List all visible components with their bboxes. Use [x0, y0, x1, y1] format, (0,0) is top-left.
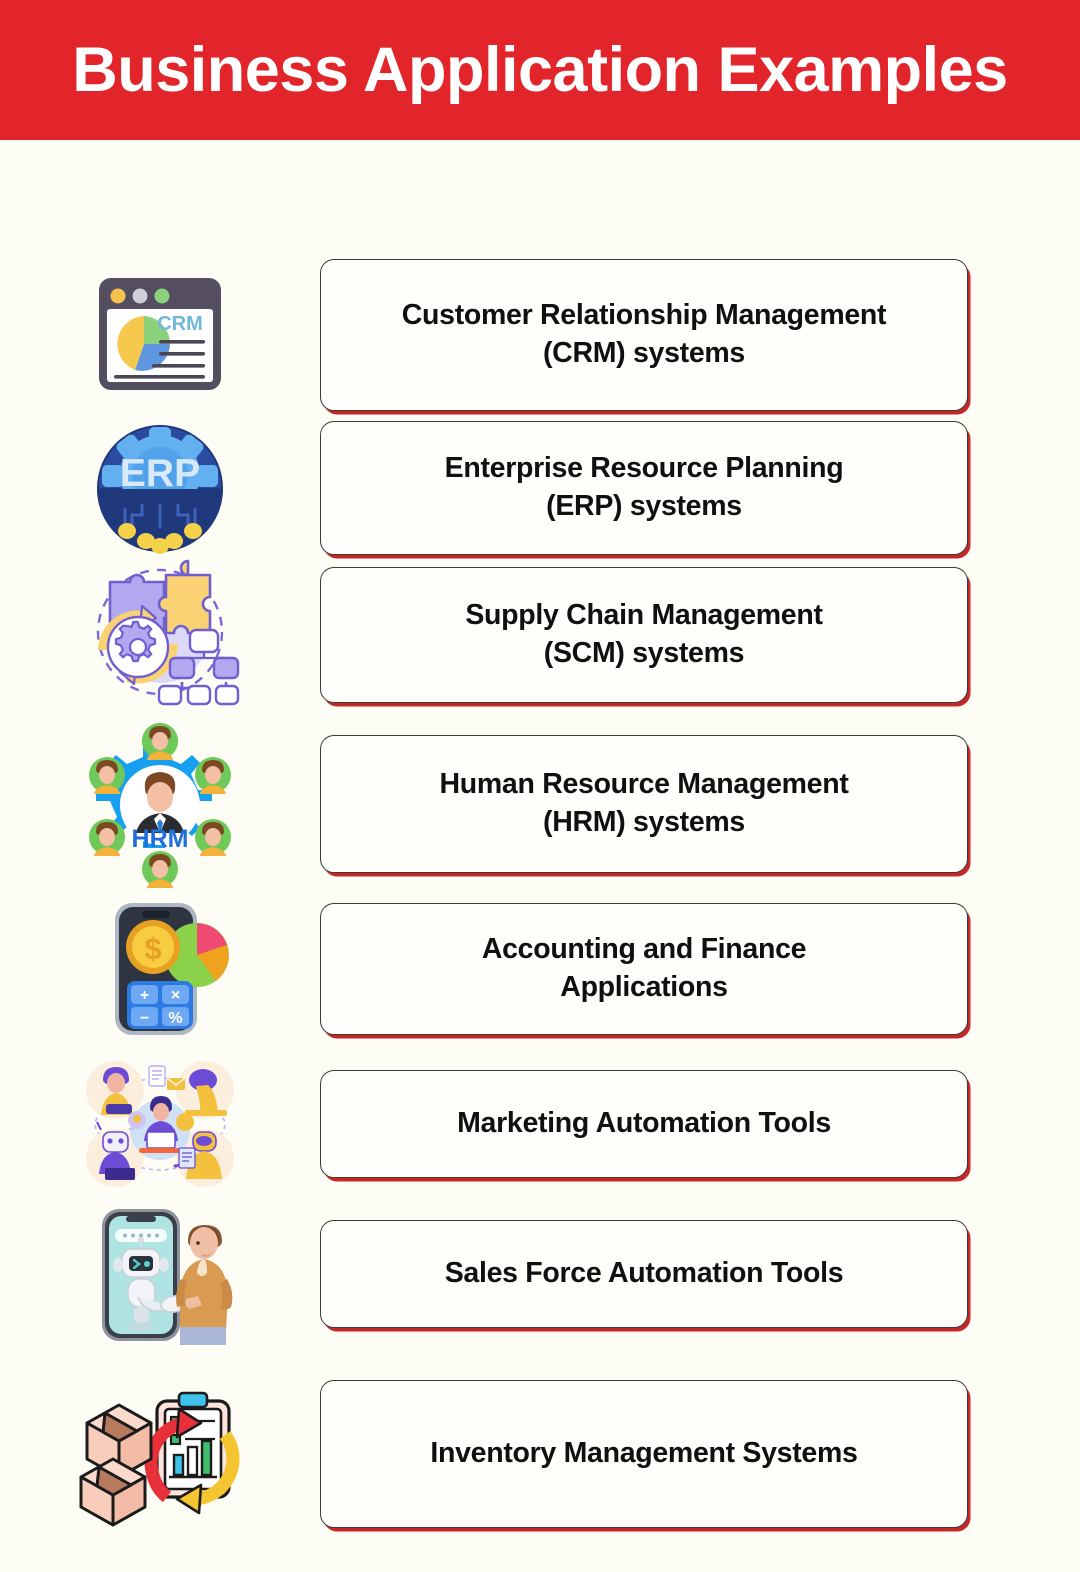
page-title: Business Application Examples	[72, 34, 1008, 105]
scm-puzzle-gear-icon	[0, 559, 320, 710]
crm-icon-label: CRM	[157, 313, 203, 335]
inventory-boxes-clipboard-icon	[0, 1379, 320, 1529]
item-label: Human Resource Management (HRM) systems	[439, 768, 849, 838]
item-label: Supply Chain Management (SCM) systems	[465, 599, 823, 669]
item-card[interactable]: Sales Force Automation Tools	[320, 1220, 968, 1328]
poster-root: Business Application Examples CRM Custom…	[0, 0, 1080, 1572]
item-card[interactable]: Customer Relationship Management (CRM) s…	[320, 259, 968, 411]
list-item: HRM Human Resource Management (HRM) syst…	[0, 723, 1080, 888]
item-label: Accounting and Finance Applications	[481, 933, 807, 1003]
item-label: Marketing Automation Tools	[457, 1107, 831, 1140]
dollar-sign-icon: $	[144, 931, 161, 966]
page-header: Business Application Examples	[0, 0, 1080, 140]
marketing-team-network-icon	[0, 1060, 320, 1188]
item-card[interactable]: Inventory Management Systems	[320, 1380, 968, 1528]
hrm-people-gear-icon: HRM	[0, 723, 320, 888]
list-item: Sales Force Automation Tools	[0, 1209, 1080, 1345]
list-item: Marketing Automation Tools	[0, 1061, 1080, 1187]
crm-dashboard-icon: CRM	[0, 262, 320, 408]
percent-icon: %	[168, 1010, 182, 1027]
minus-icon: −	[140, 1010, 149, 1027]
item-card[interactable]: Marketing Automation Tools	[320, 1070, 968, 1178]
item-card[interactable]: Enterprise Resource Planning (ERP) syste…	[320, 421, 968, 555]
item-card[interactable]: Human Resource Management (HRM) systems	[320, 735, 968, 873]
item-label: Customer Relationship Management (CRM) s…	[401, 299, 887, 369]
hrm-icon-label: HRM	[131, 825, 188, 853]
plus-icon: +	[140, 987, 149, 1004]
list-item: $ + × − % Accounting and Finance Applica…	[0, 903, 1080, 1035]
sales-chatbot-handshake-icon	[0, 1203, 320, 1345]
accounting-phone-calculator-icon: $ + × − %	[0, 895, 320, 1043]
item-label: Inventory Management Systems	[430, 1437, 858, 1470]
erp-globe-gear-icon: ERP	[0, 413, 320, 563]
item-label: Sales Force Automation Tools	[444, 1257, 844, 1290]
list-item: CRM Customer Relationship Management (CR…	[0, 259, 1080, 411]
erp-icon-label: ERP	[120, 452, 200, 495]
list-item: Supply Chain Management (SCM) systems	[0, 559, 1080, 706]
item-card[interactable]: Accounting and Finance Applications	[320, 903, 968, 1035]
multiply-icon: ×	[171, 987, 180, 1004]
list-item: ERP Enterprise Resource Planning (ERP) s…	[0, 421, 1080, 555]
list-item: Inventory Management Systems	[0, 1380, 1080, 1528]
item-card[interactable]: Supply Chain Management (SCM) systems	[320, 567, 968, 703]
item-label: Enterprise Resource Planning (ERP) syste…	[444, 452, 844, 522]
